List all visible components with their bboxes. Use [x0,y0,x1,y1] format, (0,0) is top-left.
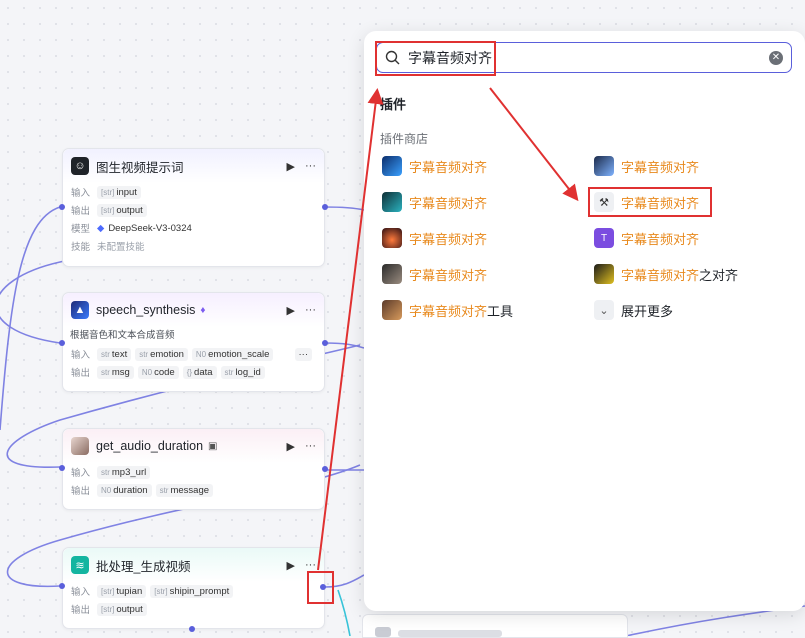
node-title: get_audio_duration [96,439,204,453]
output-port[interactable] [322,204,328,210]
param-chip: {} data [182,365,217,379]
input-port[interactable] [59,340,65,346]
input-row: 输入 str text str emotion N0 emotion_scale ··… [63,345,324,363]
plugin-icon [382,264,402,284]
node-header[interactable]: ≋ 批处理_生成视频 ▶ ··· [63,548,324,582]
run-icon[interactable]: ▶ [287,160,295,173]
node-header[interactable]: ☺ 图生视频提示词 ▶ ··· [63,149,324,183]
chevron-down-icon: ⌄ [594,300,614,320]
more-icon[interactable]: ··· [305,559,316,572]
plugin-item[interactable]: 字幕音频对齐 工具 [382,299,513,321]
plugin-item[interactable]: 字幕音频对齐 [382,263,487,285]
param-chip: str message [155,483,214,497]
param-chip: [str] input [97,185,141,199]
skill-row: 技能 未配置技能 [63,237,324,255]
param-chip: [str] output [97,203,147,217]
output-port[interactable] [320,584,326,590]
output-port[interactable] [322,340,328,346]
input-port[interactable] [59,204,65,210]
node-image-to-video-prompt[interactable]: ☺ 图生视频提示词 ▶ ··· 输入 [str] input 输出 [str] ou… [62,148,325,267]
param-chip: str msg [97,365,134,379]
run-icon[interactable]: ▶ [287,440,295,453]
param-chip: [str] output [97,602,147,616]
expand-more-button[interactable]: ⌄ 展开更多 [594,299,673,321]
node-title: 批处理_生成视频 [96,559,191,574]
param-chip: N0 duration [97,483,152,497]
input-port[interactable] [59,465,65,471]
node-title: 图生视频提示词 [96,160,184,175]
more-icon[interactable]: ··· [305,304,316,317]
avatar-icon [71,437,89,455]
section-title: 插件 [380,97,407,112]
input-row: 输入 [str] tupian [str] shipin_prompt [63,582,324,600]
plugin-icon: ▣ [208,440,218,452]
plugin-item[interactable]: 字幕音频对齐 [382,227,487,249]
output-row: 输出 N0 duration str message [63,481,324,499]
search-value: 字幕音频对齐 [408,49,492,66]
search-icon [385,50,400,65]
param-chip: str emotion [135,347,188,361]
subsection-title: 插件商店 [380,132,429,146]
add-node-panel: 字幕音频对齐 ✕ 插件 插件商店 字幕音频对齐 字幕音频对齐 字幕音频对齐 字幕… [364,31,805,611]
run-icon[interactable]: ▶ [287,559,295,572]
plugin-icon [594,156,614,176]
input-port[interactable] [59,583,65,589]
node-speech-synthesis[interactable]: ▲ speech_synthesis ♦ ▶ ··· 根据音色和文本合成音频 输… [62,292,325,392]
plugin-icon [382,228,402,248]
plugin-icon [382,300,402,320]
search-input[interactable]: 字幕音频对齐 ✕ [376,42,792,73]
plugin-item[interactable]: 字幕音频对齐 [594,155,699,177]
param-chip: [str] tupian [97,584,147,598]
output-row: 输出 [str] output [63,600,324,618]
model-icon: ◆ [97,222,105,234]
more-icon[interactable]: ··· [305,440,316,453]
skill-value: 未配置技能 [97,242,145,253]
output-row: 输出 [str] output [63,201,324,219]
param-chip: str mp3_url [97,465,151,479]
llm-node-icon: ☺ [71,157,89,175]
more-params-button[interactable]: ··· [294,347,312,361]
node-header[interactable]: get_audio_duration ▣ ▶ ··· [63,429,324,463]
plugin-item[interactable]: 字幕音频对齐 [382,155,487,177]
output-port[interactable] [322,466,328,472]
node-header[interactable]: ▲ speech_synthesis ♦ ▶ ··· [63,293,324,327]
audio-wave-icon: ▲ [71,301,89,319]
model-row: 模型 ◆ DeepSeek-V3-0324 [71,222,192,236]
plugin-icon: T [594,228,614,248]
plugin-item[interactable]: 字幕音频对齐 [382,191,487,213]
param-chip: [str] shipin_prompt [150,584,234,598]
clear-icon[interactable]: ✕ [769,50,783,65]
node-batch-generate-video[interactable]: ≋ 批处理_生成视频 ▶ ··· 输入 [str] tupian [str] shi… [62,547,325,629]
plugin-icon [382,156,402,176]
plugin-item[interactable]: 字幕音频对齐 之对齐 [594,263,738,285]
plugin-icon [594,264,614,284]
node-description: 根据音色和文本合成音频 [70,330,175,341]
run-icon[interactable]: ▶ [287,304,295,317]
input-row: 输入 str mp3_url [63,463,324,481]
param-chip: str text [97,347,132,361]
param-chip: N0 emotion_scale [191,347,274,361]
node-partial[interactable] [362,614,628,638]
batch-layers-icon: ≋ [71,556,89,574]
input-row: 输入 [str] input [63,183,324,201]
tools-icon: ⚒ [594,192,614,212]
diamond-icon: ♦ [200,304,206,316]
plugin-icon [382,192,402,212]
param-chip: str log_id [220,365,265,379]
node-title: speech_synthesis [96,303,196,317]
param-chip: N0 code [137,365,179,379]
plugin-item[interactable]: T 字幕音频对齐 [594,227,699,249]
output-row: 输出 str msg N0 code {} data str log_id [63,363,324,381]
bottom-port[interactable] [189,626,195,632]
model-name: DeepSeek-V3-0324 [108,222,192,234]
node-get-audio-duration[interactable]: get_audio_duration ▣ ▶ ··· 输入 str mp3_url… [62,428,325,510]
more-icon[interactable]: ··· [305,160,316,173]
plugin-item-selected[interactable]: ⚒ 字幕音频对齐 [594,191,699,213]
